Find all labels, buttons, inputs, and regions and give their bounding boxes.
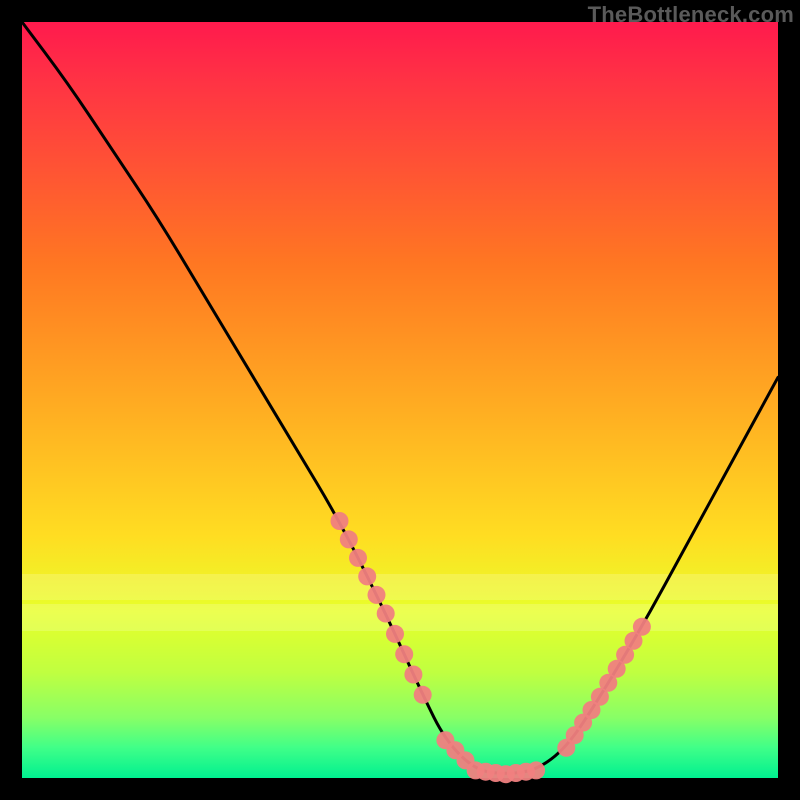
highlight-dot — [349, 549, 367, 567]
chart-frame: TheBottleneck.com — [0, 0, 800, 800]
highlight-dots — [331, 512, 651, 783]
highlight-dot — [358, 567, 376, 585]
highlight-dot — [395, 645, 413, 663]
highlight-dot — [377, 605, 395, 623]
highlight-dot — [414, 686, 432, 704]
highlight-dot — [340, 530, 358, 548]
highlight-dot — [404, 666, 422, 684]
curve-svg — [22, 22, 778, 778]
highlight-dot — [368, 586, 386, 604]
highlight-dot — [633, 618, 651, 636]
plot-area — [22, 22, 778, 778]
highlight-dot — [331, 512, 349, 530]
highlight-dot — [527, 761, 545, 779]
highlight-dot — [386, 625, 404, 643]
